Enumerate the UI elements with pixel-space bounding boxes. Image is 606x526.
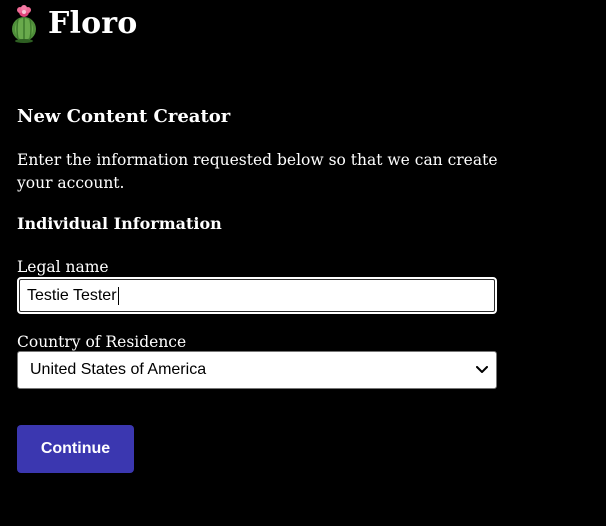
brand-name: Floro — [48, 6, 138, 41]
page-title: New Content Creator — [17, 106, 231, 127]
continue-button[interactable]: Continue — [17, 425, 134, 473]
country-label: Country of Residence — [17, 333, 187, 351]
legal-name-input[interactable]: Testie Tester — [17, 277, 497, 314]
legal-name-label: Legal name — [17, 258, 109, 276]
country-selected-value: United States of America — [30, 361, 207, 378]
cactus-flower-icon — [8, 4, 40, 44]
country-select[interactable]: United States of America — [17, 351, 497, 389]
header: Floro — [8, 4, 138, 44]
chevron-down-icon — [474, 362, 490, 378]
legal-name-value: Testie Tester — [27, 286, 117, 304]
section-title: Individual Information — [17, 214, 222, 233]
text-caret — [117, 286, 119, 305]
intro-text: Enter the information requested below so… — [17, 151, 498, 192]
